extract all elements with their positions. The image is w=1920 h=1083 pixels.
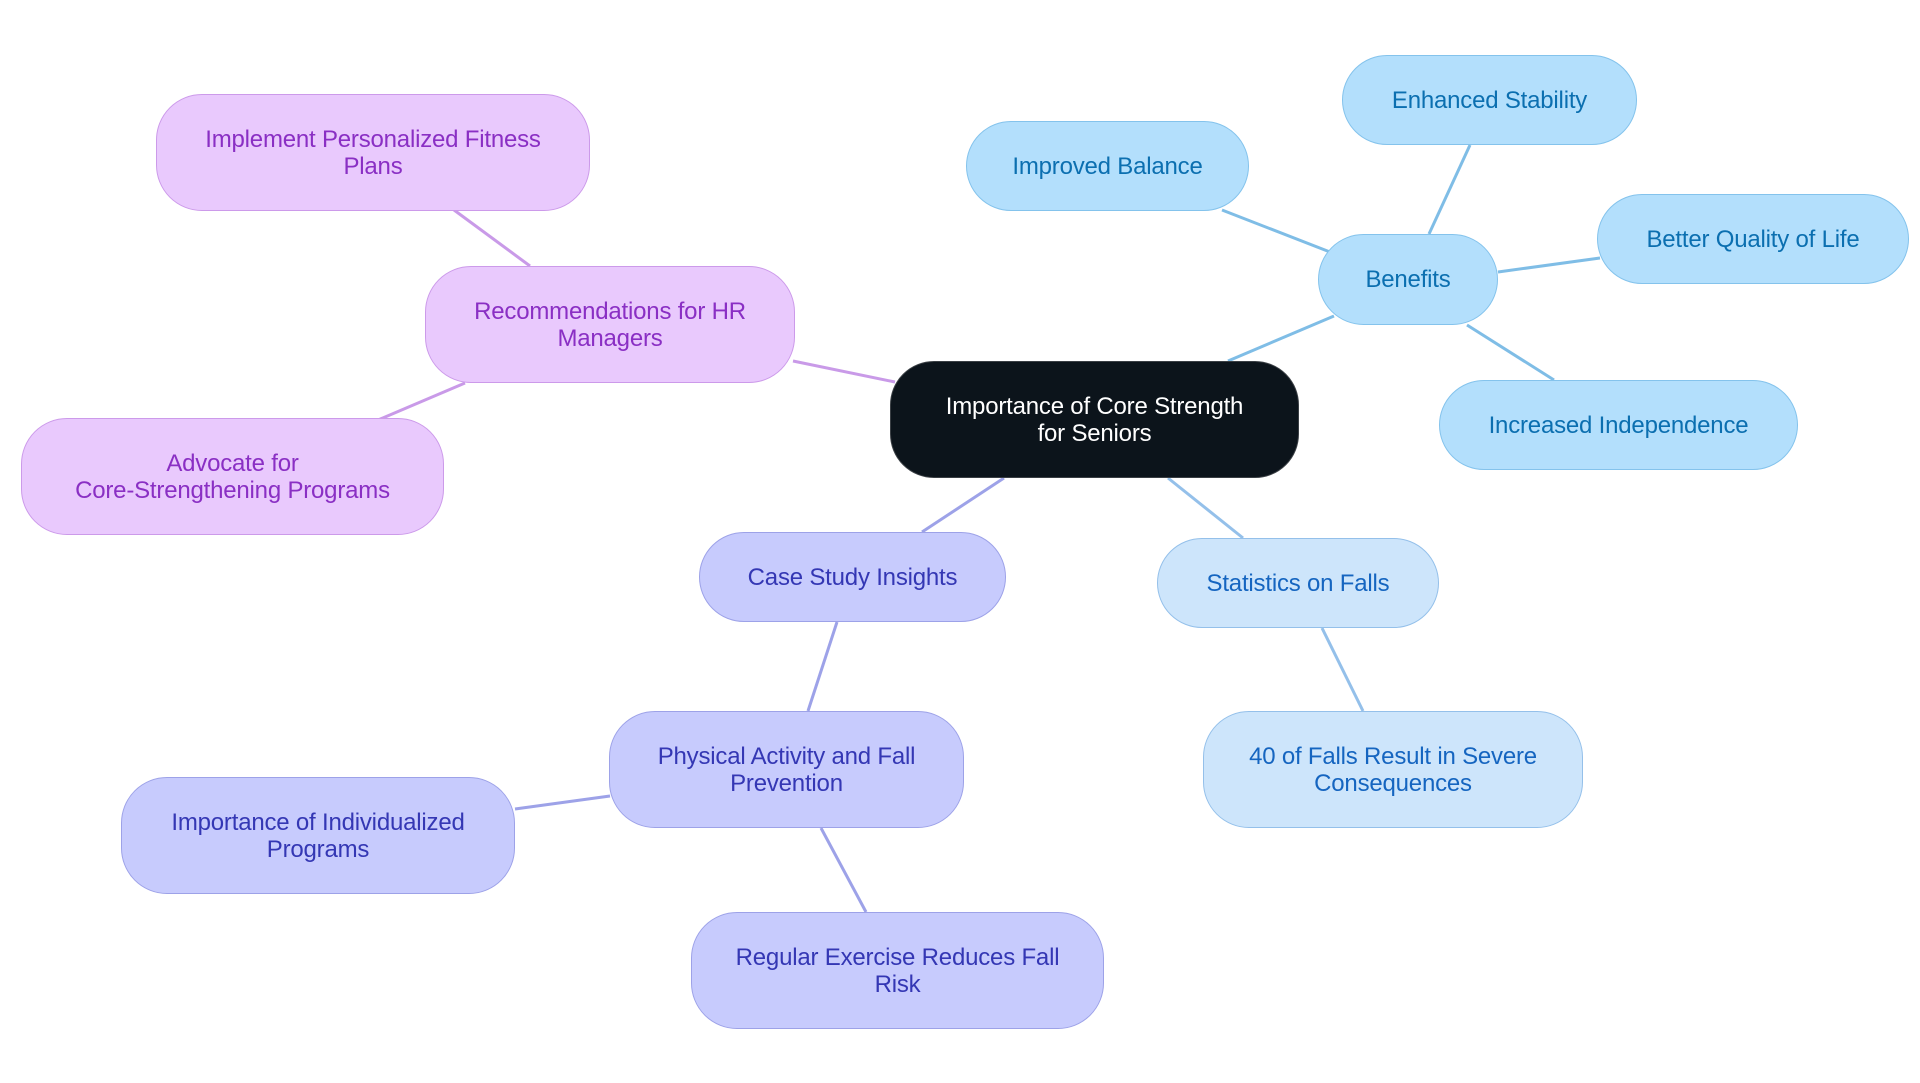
node-implement-fitness-plans[interactable]: Implement Personalized Fitness Plans [156,94,590,211]
node-better-quality-of-life[interactable]: Better Quality of Life [1597,194,1909,284]
edge-recommendations-implement [453,208,531,268]
edge-benefits-increased-independence [1466,323,1555,382]
node-falls-severe-consequences[interactable]: 40 of Falls Result in Severe Consequence… [1203,711,1583,828]
edge-root-case-study [921,476,1005,534]
root-node-core-strength[interactable]: Importance of Core Strength for Seniors [890,361,1299,478]
node-improved-balance[interactable]: Improved Balance [966,121,1249,211]
node-advocate-programs[interactable]: Advocate for Core-Strengthening Programs [21,418,444,535]
edge-physical-individualized [514,794,611,811]
edge-statistics-falls-severe [1320,627,1365,712]
node-individualized-programs[interactable]: Importance of Individualized Programs [121,777,515,894]
edge-root-recommendations [792,359,896,384]
edge-root-statistics [1167,476,1244,540]
edge-benefits-better-quality [1497,256,1601,274]
node-regular-exercise[interactable]: Regular Exercise Reduces Fall Risk [691,912,1104,1029]
edge-case-study-physical [806,621,839,712]
node-enhanced-stability[interactable]: Enhanced Stability [1342,55,1637,145]
node-case-study-insights[interactable]: Case Study Insights [699,532,1006,622]
node-benefits[interactable]: Benefits [1318,234,1498,325]
edge-recommendations-advocate [377,381,466,422]
edge-root-benefits [1227,314,1335,363]
edge-benefits-improved-balance [1221,208,1331,254]
node-statistics-on-falls[interactable]: Statistics on Falls [1157,538,1439,628]
edge-physical-regular-exercise [819,827,868,913]
node-recommendations-hr[interactable]: Recommendations for HR Managers [425,266,795,383]
node-increased-independence[interactable]: Increased Independence [1439,380,1798,470]
node-physical-activity[interactable]: Physical Activity and Fall Prevention [609,711,964,828]
edge-benefits-enhanced-stability [1427,144,1472,235]
